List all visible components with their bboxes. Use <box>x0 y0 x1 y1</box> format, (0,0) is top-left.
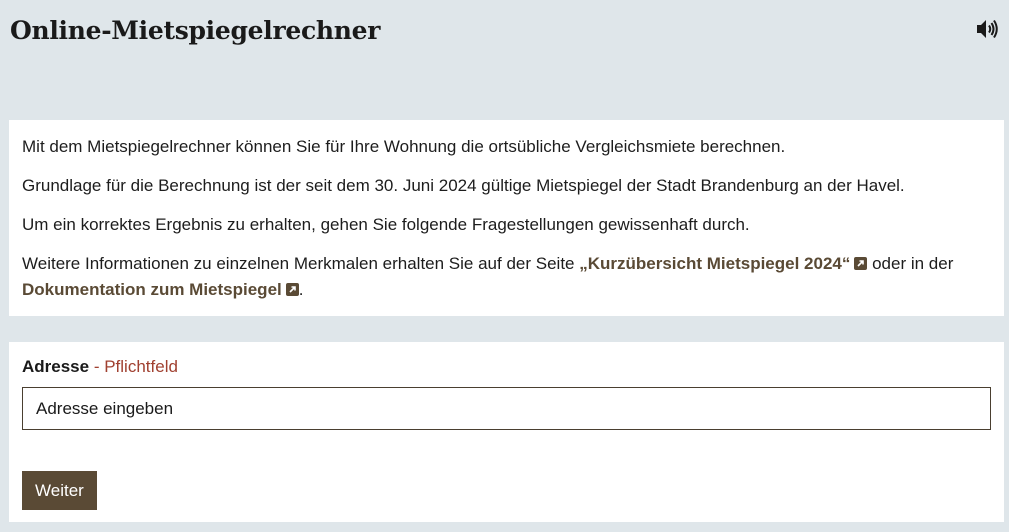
address-label: Adresse - Pflichtfeld <box>22 356 991 378</box>
dokumentation-link[interactable]: Dokumentation zum Mietspiegel <box>22 280 299 299</box>
info-paragraph: Mit dem Mietspiegelrechner können Sie fü… <box>22 137 786 156</box>
required-marker: Pflichtfeld <box>104 357 178 376</box>
info-text: Weitere Informationen zu einzelnen Merkm… <box>22 254 580 273</box>
header: Online-Mietspiegelrechner <box>0 0 1009 120</box>
next-button[interactable]: Weiter <box>22 471 97 510</box>
address-input[interactable] <box>22 387 991 430</box>
external-link-icon <box>285 283 299 296</box>
address-form: Adresse - Pflichtfeld Weiter <box>9 342 1004 522</box>
kurzuebersicht-link[interactable]: „Kurzübersicht Mietspiegel 2024“ <box>579 254 868 273</box>
info-text: . <box>298 280 304 299</box>
info-text: oder in der <box>867 254 954 273</box>
required-separator: - <box>89 357 105 376</box>
info-paragraph: Um ein korrektes Ergebnis zu erhalten, g… <box>22 215 750 234</box>
dokumentation-link-label: Dokumentation zum Mietspiegel <box>22 280 282 299</box>
address-label-text: Adresse <box>22 357 90 376</box>
info-paragraph-links: Weitere Informationen zu einzelnen Merkm… <box>22 251 991 303</box>
external-link-icon <box>854 257 868 270</box>
info-paragraph: Grundlage für die Berechnung ist der sei… <box>22 176 905 195</box>
speaker-volume-icon[interactable] <box>975 18 999 40</box>
info-box: Mit dem Mietspiegelrechner können Sie fü… <box>9 120 1004 316</box>
page-title: Online-Mietspiegelrechner <box>10 16 381 45</box>
kurzuebersicht-link-label: „Kurzübersicht Mietspiegel 2024“ <box>579 254 851 273</box>
